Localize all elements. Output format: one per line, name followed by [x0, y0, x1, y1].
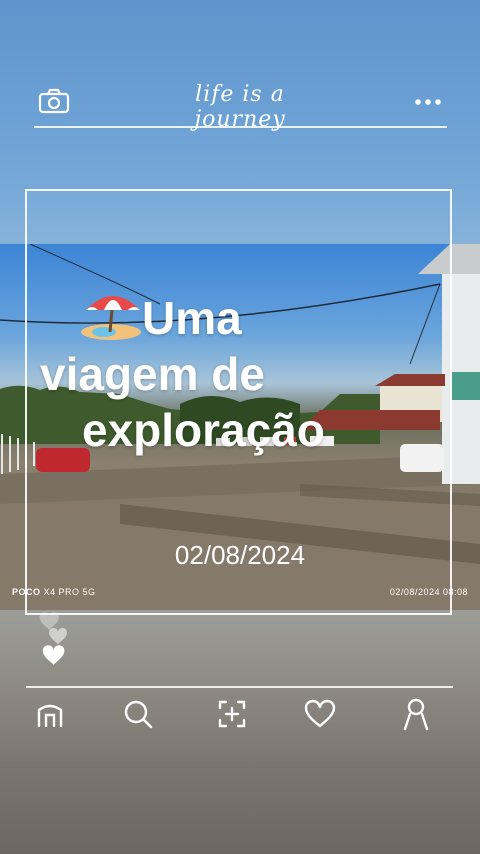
more-dots-icon[interactable]	[414, 98, 442, 106]
add-post-icon	[218, 700, 246, 728]
nav-search[interactable]	[118, 694, 158, 734]
top-bar: life is a journey	[0, 70, 480, 132]
search-icon	[124, 700, 153, 729]
post-date: 02/08/2024	[174, 540, 306, 570]
headline-text-1: Uma	[142, 292, 242, 344]
headline-line-2: viagem de	[40, 348, 265, 400]
nav-home[interactable]	[30, 694, 70, 734]
nav-divider	[26, 686, 453, 688]
bottom-nav	[0, 694, 480, 742]
nav-add[interactable]	[212, 694, 252, 734]
home-icon	[37, 704, 63, 728]
headline-line-3: exploração	[82, 404, 325, 456]
heart-icon	[304, 699, 336, 728]
profile-icon	[403, 698, 429, 731]
nav-likes[interactable]	[300, 694, 340, 734]
camera-model: X4 PRO 5G	[43, 587, 96, 597]
header-divider	[34, 126, 447, 128]
headline-line-1: Uma	[80, 288, 410, 346]
photo-timestamp: 02/08/2024 08:08	[389, 587, 468, 597]
like-hearts-icon[interactable]	[36, 612, 80, 668]
app-title: life is a journey	[194, 82, 286, 132]
beach-umbrella-emoji	[81, 296, 141, 340]
camera-icon[interactable]	[38, 88, 70, 114]
camera-brand: POCO	[12, 587, 41, 597]
camera-watermark: POCO X4 PRO 5G	[12, 587, 96, 597]
post-headline: Uma viagem de exploração	[40, 288, 410, 458]
nav-profile[interactable]	[396, 694, 436, 734]
